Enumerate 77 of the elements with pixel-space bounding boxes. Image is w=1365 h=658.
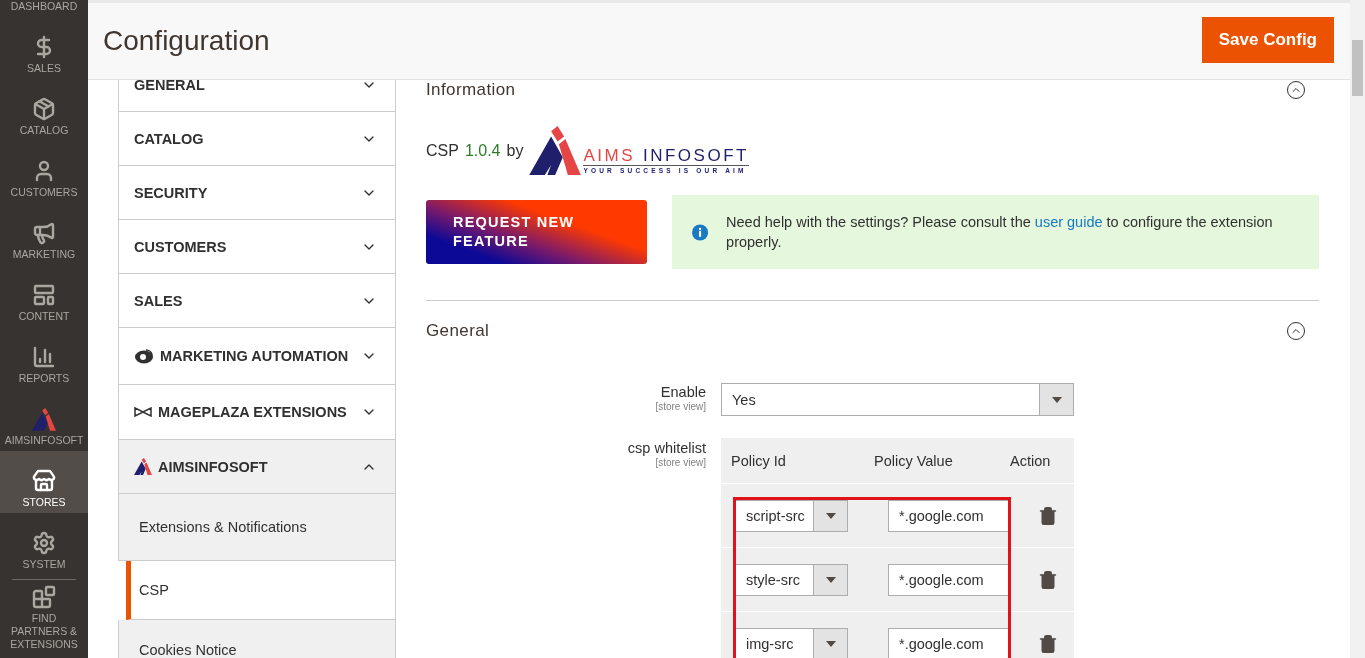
- section-label: SALES: [134, 292, 183, 309]
- version-number: 1.0.4: [464, 141, 501, 160]
- enable-select[interactable]: Yes: [721, 383, 1074, 417]
- trash-icon: [1038, 633, 1058, 654]
- column-header: Policy Value: [873, 452, 954, 469]
- policy-value-input[interactable]: *.google.com: [888, 563, 1009, 596]
- policy-value-input[interactable]: *.google.com: [888, 499, 1009, 532]
- sidebar-item[interactable]: STORES: [0, 451, 88, 513]
- logo-text: AIMS: [583, 147, 635, 166]
- config-nav-item[interactable]: CSP: [126, 561, 396, 620]
- product-name: CSP: [426, 141, 459, 160]
- request-feature-button[interactable]: REQUEST NEW FEATURE: [426, 200, 647, 265]
- megaphone-icon: [32, 221, 56, 245]
- section-label: GENERAL: [134, 80, 205, 93]
- aims-logo-icon: [32, 408, 56, 431]
- sidebar-item[interactable]: SALES: [0, 17, 88, 79]
- column-header: Action: [1010, 452, 1052, 469]
- sidebar-item[interactable]: SYSTEM: [0, 513, 88, 575]
- settings-icon: [32, 531, 56, 555]
- help-text: Need help with the settings? Please consult the user guide to configure the extension properly.: [726, 213, 1274, 253]
- sidebar-item[interactable]: REPORTS: [0, 327, 88, 389]
- bar-chart-icon: [32, 345, 56, 369]
- logo-text: INFOSOFT: [642, 147, 749, 166]
- page-title: Configuration: [103, 25, 270, 57]
- caret-icon: [825, 576, 836, 583]
- field-label: Enable: [660, 384, 706, 402]
- config-section-tab[interactable]: MARKETING AUTOMATION: [118, 328, 396, 385]
- scope-label: [store view]: [655, 457, 706, 469]
- trash-icon: [1038, 569, 1058, 590]
- sidebar-item[interactable]: DASHBOARD: [0, 0, 88, 17]
- box-icon: [32, 97, 56, 121]
- field-label: csp whitelist: [627, 440, 706, 458]
- user-guide-link[interactable]: user guide: [1034, 214, 1103, 231]
- bowtie-icon: [134, 407, 152, 417]
- policy-id-select[interactable]: img-src: [735, 627, 848, 658]
- section-label: CATALOG: [134, 130, 204, 147]
- company-logo-icon: [529, 126, 582, 176]
- scope-label: [store view]: [655, 401, 706, 413]
- policy-id-select[interactable]: style-src: [735, 563, 848, 596]
- save-config-button[interactable]: Save Config: [1201, 17, 1334, 63]
- sidebar-item[interactable]: CONTENT: [0, 265, 88, 327]
- policy-id-select[interactable]: script-src: [735, 499, 848, 532]
- section-label: MAGEPLAZA EXTENSIONS: [158, 404, 347, 420]
- trash-icon: [1038, 505, 1058, 526]
- sidebar-item[interactable]: CUSTOMERS: [0, 141, 88, 203]
- store-icon: [32, 469, 56, 493]
- policy-value-input[interactable]: *.google.com: [888, 627, 1009, 658]
- scrollbar-thumb[interactable]: [1352, 40, 1363, 96]
- caret-icon: [1051, 396, 1062, 403]
- layout-icon: [32, 283, 56, 307]
- info-icon: [692, 223, 709, 241]
- config-section-tab[interactable]: SECURITY: [118, 166, 396, 220]
- column-header: Policy Id: [730, 452, 787, 469]
- sidebar-item[interactable]: MARKETING: [0, 203, 88, 265]
- blocks-icon: [32, 585, 56, 609]
- by-text: by: [506, 141, 524, 160]
- sidebar-item[interactable]: AIMSINFOSOFT: [0, 389, 88, 451]
- caret-icon: [825, 640, 836, 647]
- sidebar-item[interactable]: FIND PARTNERS & EXTENSIONS: [12, 579, 76, 655]
- config-section-tab[interactable]: CATALOG: [118, 112, 396, 166]
- section-label: CUSTOMERS: [134, 238, 227, 255]
- section-label: AIMSINFOSOFT: [158, 458, 268, 475]
- config-section-tab[interactable]: GENERAL: [118, 80, 396, 112]
- config-section-tab[interactable]: CUSTOMERS: [118, 220, 396, 274]
- cloud-icon: [134, 348, 154, 364]
- section-label: MARKETING AUTOMATION: [160, 348, 349, 364]
- config-section-tab[interactable]: AIMSINFOSOFT: [118, 440, 396, 494]
- config-nav-item[interactable]: Extensions & Notifications: [118, 494, 396, 561]
- section-title: General: [426, 321, 490, 342]
- caret-icon: [825, 512, 836, 519]
- aims-logo-icon: [134, 457, 152, 476]
- section-label: SECURITY: [134, 184, 208, 201]
- config-section-tab[interactable]: SALES: [118, 274, 396, 328]
- sidebar-item[interactable]: CATALOG: [0, 79, 88, 141]
- config-section-tab[interactable]: MAGEPLAZA EXTENSIONS: [118, 385, 396, 440]
- config-nav-item[interactable]: Cookies Notice: [118, 620, 396, 658]
- section-title: Information: [426, 80, 516, 100]
